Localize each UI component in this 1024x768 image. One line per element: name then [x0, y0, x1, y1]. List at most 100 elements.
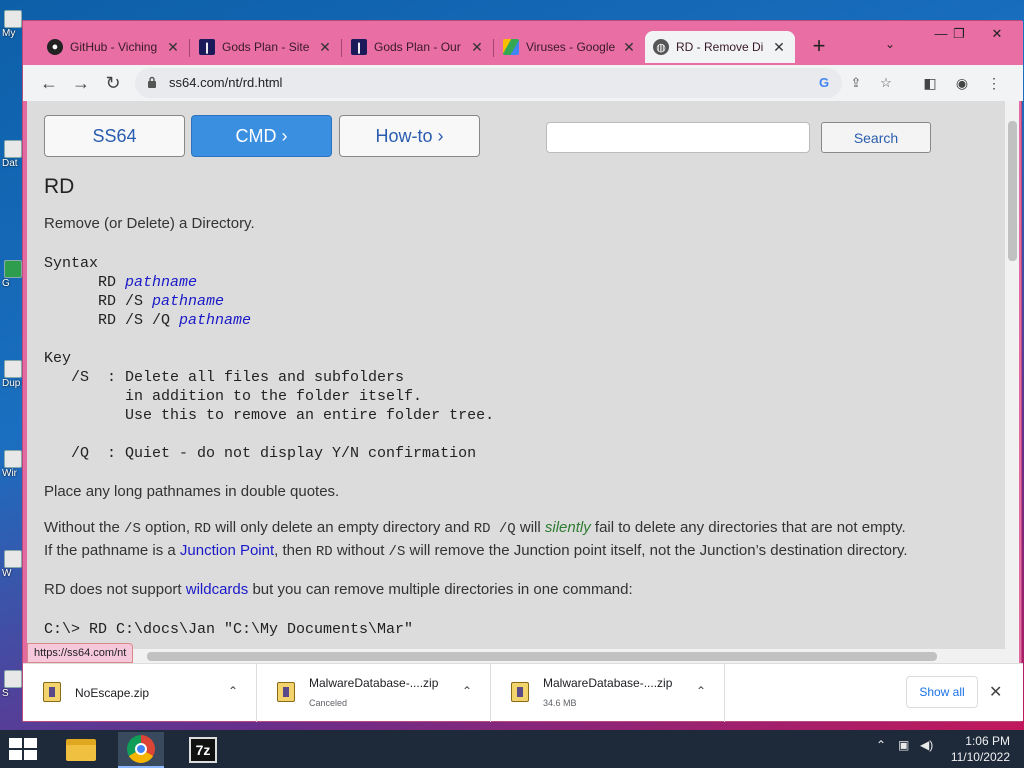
chrome-task[interactable] [118, 732, 164, 768]
syntax-line: RD /S pathname [98, 293, 225, 310]
close-icon[interactable]: ✕ [469, 39, 485, 56]
taskbar: 7z ⌃ ▣ ◀) 1:06 PM 11/10/2022 [0, 730, 1024, 768]
download-item[interactable]: MalwareDatabase-....zip 34.6 MB ⌃ [491, 664, 725, 722]
chrome-icon [127, 735, 155, 763]
key-s-line: /S : Delete all files and subfolders [44, 369, 405, 386]
close-icon[interactable]: ✕ [621, 39, 637, 56]
google-drive-icon [503, 39, 519, 55]
chevron-up-icon[interactable]: ⌃ [696, 684, 706, 698]
article: RD Remove (or Delete) a Directory. Synta… [44, 175, 984, 639]
browser-window: ● GitHub - Viching ✕ ❙ Gods Plan - Site … [22, 20, 1023, 722]
paragraph-wildcards: RD does not support wildcards but you ca… [44, 581, 633, 598]
tab-gods-plan-our[interactable]: ❙ Gods Plan - Our ✕ [343, 31, 493, 63]
desktop-icon-database[interactable]: Dat [2, 140, 24, 174]
maximize-button[interactable]: ❐ [943, 23, 975, 45]
vertical-scrollbar[interactable] [1005, 101, 1019, 661]
desktop-icon-g[interactable]: G [2, 260, 24, 294]
back-button[interactable]: ← [37, 71, 61, 95]
horizontal-scrollbar[interactable] [27, 649, 1019, 663]
chevron-up-icon[interactable]: ⌃ [228, 684, 238, 698]
downloads-bar: NoEscape.zip ⌃ MalwareDatabase-....zip C… [23, 663, 1023, 722]
desktop-icon-s[interactable]: S [2, 670, 24, 704]
tab-separator [493, 39, 494, 57]
desktop-icon-wir[interactable]: Wir [2, 450, 24, 484]
download-item[interactable]: MalwareDatabase-....zip Canceled ⌃ [257, 664, 491, 722]
windows-start-icon[interactable] [8, 737, 38, 761]
bookmark-star-icon[interactable]: ☆ [877, 74, 895, 92]
search-button[interactable]: Search [821, 122, 931, 153]
side-panel-icon[interactable]: ◧ [921, 74, 939, 92]
key-s-line: Use this to remove an entire folder tree… [44, 407, 495, 424]
github-icon: ● [47, 39, 63, 55]
junction-point-link[interactable]: Junction Point [180, 542, 274, 559]
close-icon[interactable]: ✕ [771, 39, 787, 56]
profile-avatar-icon[interactable]: ◉ [953, 74, 971, 92]
volume-icon[interactable]: ◀) [920, 738, 933, 752]
computer-icon [4, 10, 22, 28]
nav-ss64-button[interactable]: SS64 [44, 115, 185, 157]
syntax-line: RD /S /Q pathname [98, 312, 252, 329]
download-item[interactable]: NoEscape.zip ⌃ [23, 664, 257, 722]
desktop-icon-computer[interactable]: My [2, 10, 24, 44]
database-icon [4, 140, 22, 158]
app-icon [4, 550, 22, 568]
desktop-icon-w[interactable]: W [2, 550, 24, 584]
menu-kebab-icon[interactable]: ⋮ [985, 74, 1003, 92]
tab-separator [341, 39, 342, 57]
close-icon[interactable]: ✕ [317, 39, 333, 56]
show-all-button[interactable]: Show all [906, 676, 978, 708]
app-icon [4, 260, 22, 278]
status-url: https://ss64.com/nt [27, 643, 134, 663]
share-icon[interactable]: ⇪ [847, 74, 865, 92]
globe-icon: ◍ [653, 39, 669, 55]
zip-file-icon [511, 682, 529, 702]
browser-toolbar: ← → ↻ ss64.com/nt/rd.html G ⇪ ☆ ◧ ◉ ⋮ [23, 65, 1023, 101]
desktop-icon-dup[interactable]: Dup [2, 360, 24, 394]
tab-strip: ● GitHub - Viching ✕ ❙ Gods Plan - Site … [23, 21, 1023, 65]
close-icon[interactable]: ✕ [165, 39, 181, 56]
page-viewport: SS64 CMD › How-to › Search RD Remove (or… [27, 101, 1005, 661]
address-bar[interactable]: ss64.com/nt/rd.html G ⇪ ☆ [135, 68, 892, 98]
google-translate-icon[interactable]: G [815, 74, 833, 92]
tab-gods-plan-site[interactable]: ❙ Gods Plan - Site ✕ [191, 31, 341, 63]
folder-icon [66, 739, 96, 761]
network-icon[interactable]: ▣ [898, 738, 909, 752]
scroll-thumb[interactable] [1008, 121, 1017, 261]
syntax-label: Syntax [44, 255, 99, 272]
paragraph-quotes: Place any long pathnames in double quote… [44, 483, 340, 500]
scroll-thumb[interactable] [147, 652, 937, 661]
zip-file-icon [43, 682, 61, 702]
7zip-task[interactable]: 7z [180, 732, 226, 768]
tab-rd-remove[interactable]: ◍ RD - Remove Di ✕ [645, 31, 795, 63]
site-icon: ❙ [199, 39, 215, 55]
url-text: ss64.com/nt/rd.html [169, 75, 283, 90]
site-icon: ❙ [351, 39, 367, 55]
example-command: C:\> RD C:\docs\Jan "C:\My Documents\Mar… [44, 621, 414, 638]
app-icon [4, 360, 22, 378]
file-explorer-task[interactable] [58, 732, 104, 768]
forward-button[interactable]: → [69, 71, 93, 95]
chevron-up-icon[interactable]: ⌃ [876, 738, 886, 752]
new-tab-button[interactable]: + [807, 35, 831, 59]
key-label: Key [44, 350, 72, 367]
zip-file-icon [277, 682, 295, 702]
wildcards-link[interactable]: wildcards [186, 581, 249, 598]
close-icon[interactable]: ✕ [989, 682, 1002, 702]
chevron-up-icon[interactable]: ⌃ [462, 684, 472, 698]
nav-cmd-button[interactable]: CMD › [191, 115, 332, 157]
description: Remove (or Delete) a Directory. [44, 215, 255, 232]
tab-viruses-google[interactable]: Viruses - Google ✕ [495, 31, 645, 63]
reload-button[interactable]: ↻ [101, 71, 125, 95]
app-icon [4, 670, 22, 688]
tab-github[interactable]: ● GitHub - Viching ✕ [39, 31, 189, 63]
site-search-input[interactable] [546, 122, 810, 153]
nav-howto-button[interactable]: How-to › [339, 115, 480, 157]
syntax-line: RD pathname [98, 274, 198, 291]
paragraph-options: Without the /S option, RD will only dele… [44, 519, 908, 560]
page-title: RD [44, 175, 75, 198]
tab-separator [189, 39, 190, 57]
tab-search-chevron-icon[interactable]: ⌄ [885, 37, 895, 51]
key-q-line: /Q : Quiet - do not display Y/N confirma… [44, 445, 477, 462]
close-window-button[interactable]: ✕ [981, 23, 1013, 45]
clock[interactable]: 1:06 PM 11/10/2022 [951, 733, 1010, 765]
